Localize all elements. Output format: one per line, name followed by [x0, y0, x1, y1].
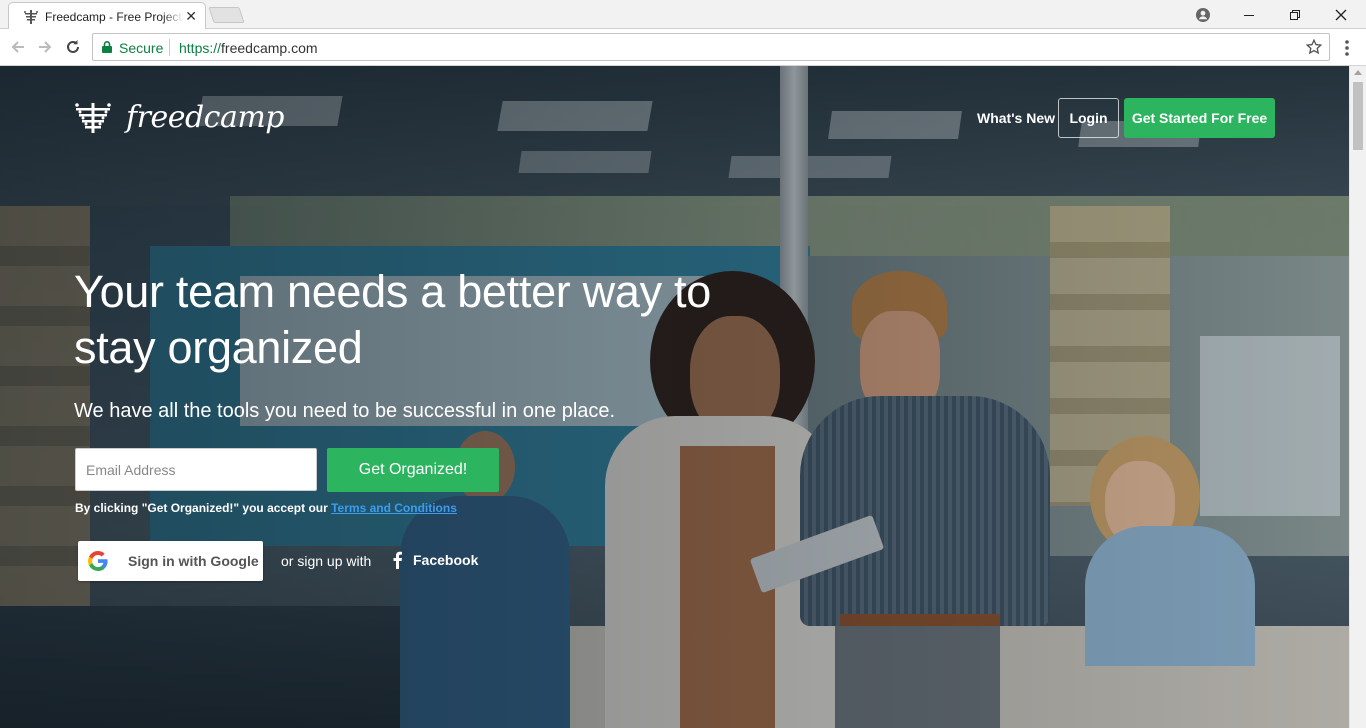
tab-title: Freedcamp - Free Project — [45, 10, 182, 24]
get-organized-button[interactable]: Get Organized! — [327, 448, 499, 492]
or-signup-text: or sign up with — [281, 553, 372, 569]
get-started-button[interactable]: Get Started For Free — [1124, 98, 1275, 138]
page-scrollbar[interactable] — [1349, 66, 1366, 728]
star-icon[interactable] — [1305, 38, 1323, 56]
close-window-icon[interactable] — [1318, 0, 1364, 29]
url-text[interactable]: https://freedcamp.com — [179, 40, 318, 56]
lock-icon — [102, 41, 112, 53]
hero-headline: Your team needs a better way to stay org… — [74, 266, 711, 373]
address-bar[interactable]: Secure https://freedcamp.com — [92, 33, 1330, 61]
menu-icon[interactable] — [1341, 38, 1353, 58]
browser-tab[interactable]: Freedcamp - Free Project ✕ — [8, 2, 206, 30]
new-tab-button[interactable] — [208, 7, 245, 23]
hero-section: freedcamp What's New Login Get Started F… — [0, 66, 1349, 728]
hero-overlay — [0, 66, 1349, 728]
whats-new-link[interactable]: What's New — [977, 110, 1055, 126]
google-icon — [88, 551, 108, 571]
terms-notice: By clicking "Get Organized!" you accept … — [75, 501, 457, 515]
logo-text: freedcamp — [126, 100, 285, 135]
restore-icon[interactable] — [1272, 0, 1318, 29]
browser-tab-strip: Freedcamp - Free Project ✕ — [0, 0, 1366, 30]
login-button[interactable]: Login — [1058, 98, 1119, 138]
facebook-icon — [393, 551, 402, 569]
user-icon[interactable] — [1180, 0, 1226, 29]
url-scheme: https:// — [179, 40, 222, 56]
scroll-up-arrow-icon[interactable] — [1354, 70, 1362, 75]
page-viewport: freedcamp What's New Login Get Started F… — [0, 66, 1366, 728]
url-host: freedcamp.com — [221, 40, 318, 56]
omnibox-divider — [169, 39, 170, 56]
minimize-icon[interactable] — [1226, 0, 1272, 29]
google-signin-button[interactable]: Sign in with Google — [78, 541, 263, 581]
secure-label: Secure — [119, 40, 164, 56]
hero-subhead: We have all the tools you need to be suc… — [74, 400, 616, 422]
facebook-label: Facebook — [413, 552, 479, 568]
back-arrow-icon[interactable] — [8, 37, 28, 57]
browser-toolbar: Secure https://freedcamp.com — [0, 29, 1366, 66]
freedcamp-favicon-icon — [24, 10, 38, 24]
terms-link[interactable]: Terms and Conditions — [331, 501, 457, 515]
tab-close-icon[interactable]: ✕ — [185, 7, 197, 25]
scroll-thumb[interactable] — [1353, 82, 1363, 150]
reload-icon[interactable] — [63, 37, 83, 57]
google-signin-label: Sign in with Google — [128, 553, 259, 569]
email-input[interactable] — [75, 448, 317, 491]
freedcamp-logo-icon — [75, 102, 111, 133]
terms-prefix: By clicking "Get Organized!" you accept … — [75, 501, 332, 515]
forward-arrow-icon[interactable] — [35, 37, 55, 57]
freedcamp-logo[interactable]: freedcamp — [74, 100, 285, 135]
facebook-signup-link[interactable]: Facebook — [391, 551, 478, 569]
